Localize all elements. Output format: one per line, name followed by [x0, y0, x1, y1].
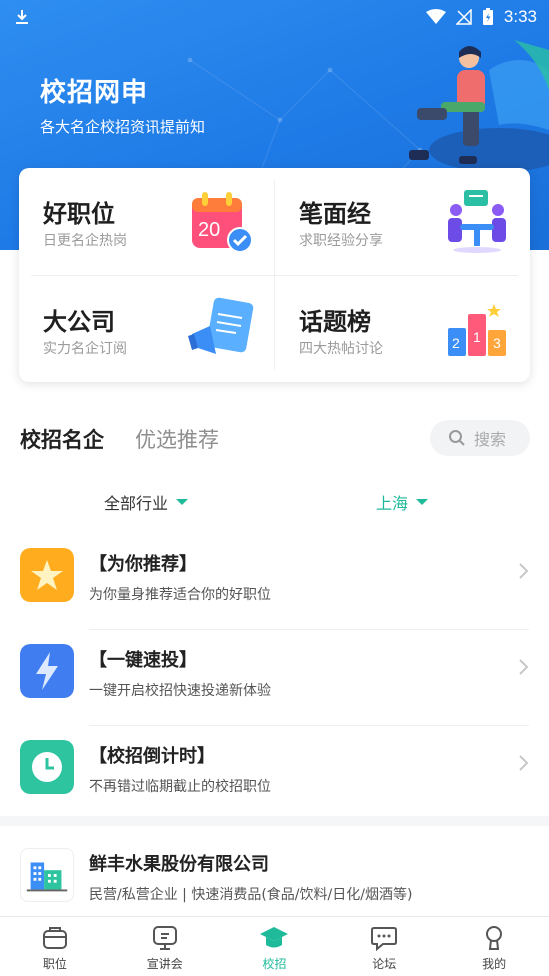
list-item-title: 【一键速投】 — [89, 650, 197, 671]
banner-title: 校招网申 — [40, 78, 149, 108]
list-item-title: 【为你推荐】 — [89, 554, 197, 575]
chevron-right-icon — [519, 755, 529, 771]
megaphone-icon — [188, 297, 254, 354]
list-item-desc: 为你量身推荐适合你的好职位 — [89, 587, 271, 603]
battery-icon — [482, 8, 493, 25]
app-screen: 3:33 校招网申 各大名企校招资讯提前知 好职位 日更名企热岗 20 笔面经 … — [0, 0, 549, 976]
interview-icon — [448, 190, 506, 253]
feature-good-jobs[interactable]: 好职位 日更名企热岗 20 — [19, 168, 274, 275]
profile-icon — [486, 926, 503, 950]
city-filter[interactable]: 上海 — [376, 490, 429, 514]
company-tags: 民营/私营企业 | 快速消费品(食品/饮料/日化/烟酒等) — [89, 887, 413, 903]
list-item-desc: 不再错过临期截止的校招职位 — [89, 779, 271, 795]
feature-subtitle: 求职经验分享 — [299, 233, 383, 249]
nav-forum[interactable]: 论坛 — [329, 917, 439, 976]
industry-filter[interactable]: 全部行业 — [104, 490, 189, 514]
podium-icon: 2 1 3 — [448, 304, 506, 356]
nav-label: 论坛 — [372, 957, 397, 971]
nav-label: 校招 — [262, 957, 287, 971]
nav-presentations[interactable]: 宣讲会 — [110, 917, 220, 976]
nav-label: 我的 — [482, 957, 507, 971]
calendar-check-icon: 20 — [192, 192, 253, 253]
signal-icon — [455, 9, 472, 25]
feature-interview-experience[interactable]: 笔面经 求职经验分享 — [275, 168, 530, 275]
feature-card: 好职位 日更名企热岗 20 笔面经 求职经验分享 大公司 实力名企订阅 话题榜 … — [19, 168, 530, 382]
feature-title: 话题榜 — [299, 308, 371, 336]
tab-recommended[interactable]: 优选推荐 — [135, 424, 219, 454]
list-item-quick-apply[interactable]: 【一键速投】 一键开启校招快速投递新体验 — [0, 630, 549, 726]
industry-filter-label: 全部行业 — [104, 494, 169, 513]
feature-title: 笔面经 — [299, 200, 371, 228]
status-time: 3:33 — [503, 7, 537, 26]
search-label: 搜索 — [474, 430, 507, 449]
tab-campus-companies[interactable]: 校招名企 — [20, 424, 104, 454]
banner-subtitle: 各大名企校招资讯提前知 — [40, 118, 206, 136]
nav-label: 职位 — [42, 957, 67, 971]
list-item-desc: 一键开启校招快速投递新体验 — [89, 683, 271, 699]
feature-subtitle: 日更名企热岗 — [43, 233, 127, 249]
feature-subtitle: 四大热帖讨论 — [299, 341, 383, 357]
graduation-cap-icon — [260, 927, 289, 948]
student-illustration — [409, 40, 549, 172]
star-icon — [20, 548, 74, 602]
feature-topic-ranking[interactable]: 话题榜 四大热帖讨论 2 1 3 — [275, 276, 530, 382]
search-button[interactable]: 搜索 — [430, 420, 530, 456]
lightning-icon — [20, 644, 74, 698]
city-filter-label: 上海 — [376, 494, 409, 513]
nav-campus[interactable]: 校招 — [220, 917, 330, 976]
clock-icon — [20, 740, 74, 794]
section-gap — [0, 816, 549, 826]
calendar-number: 20 — [198, 219, 220, 241]
podium-number: 3 — [493, 335, 501, 351]
chevron-right-icon — [519, 659, 529, 675]
chat-icon — [371, 927, 398, 952]
briefcase-icon — [42, 927, 67, 949]
chevron-right-icon — [519, 563, 529, 579]
company-logo — [20, 848, 74, 902]
feature-big-companies[interactable]: 大公司 实力名企订阅 — [19, 276, 274, 382]
company-name: 鲜丰水果股份有限公司 — [89, 854, 269, 875]
presentation-icon — [152, 926, 177, 950]
nav-profile[interactable]: 我的 — [439, 917, 549, 976]
podium-number: 1 — [473, 329, 481, 345]
feature-title: 好职位 — [43, 200, 115, 228]
list-item-countdown[interactable]: 【校招倒计时】 不再错过临期截止的校招职位 — [0, 726, 549, 822]
nav-jobs[interactable]: 职位 — [0, 917, 110, 976]
list-item-title: 【校招倒计时】 — [89, 746, 215, 767]
bottom-nav: 职位 宣讲会 校招 论坛 我的 — [0, 916, 549, 976]
wifi-icon — [425, 9, 446, 24]
feature-title: 大公司 — [43, 308, 115, 336]
company-card[interactable]: 鲜丰水果股份有限公司 民营/私营企业 | 快速消费品(食品/饮料/日化/烟酒等) — [0, 826, 549, 916]
status-bar: 3:33 — [0, 0, 549, 34]
list-item-recommend[interactable]: 【为你推荐】 为你量身推荐适合你的好职位 — [0, 534, 549, 630]
podium-number: 2 — [452, 335, 460, 351]
section-tabs: 校招名企 优选推荐 搜索 — [20, 420, 530, 460]
download-icon — [16, 10, 28, 24]
caret-down-icon — [176, 499, 189, 505]
feature-subtitle: 实力名企订阅 — [43, 341, 127, 357]
nav-label: 宣讲会 — [146, 957, 183, 971]
caret-down-icon — [416, 499, 429, 505]
search-icon — [449, 430, 465, 446]
